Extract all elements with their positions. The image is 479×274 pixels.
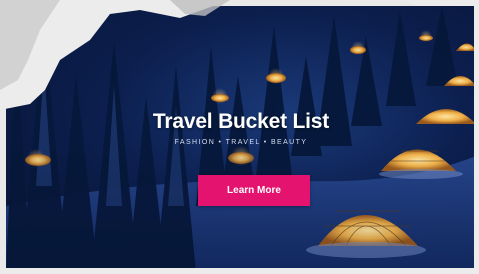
hero-banner-frame: Travel Bucket List FASHION • TRAVEL • BE… bbox=[0, 0, 479, 274]
torn-paper-edge bbox=[0, 0, 479, 274]
